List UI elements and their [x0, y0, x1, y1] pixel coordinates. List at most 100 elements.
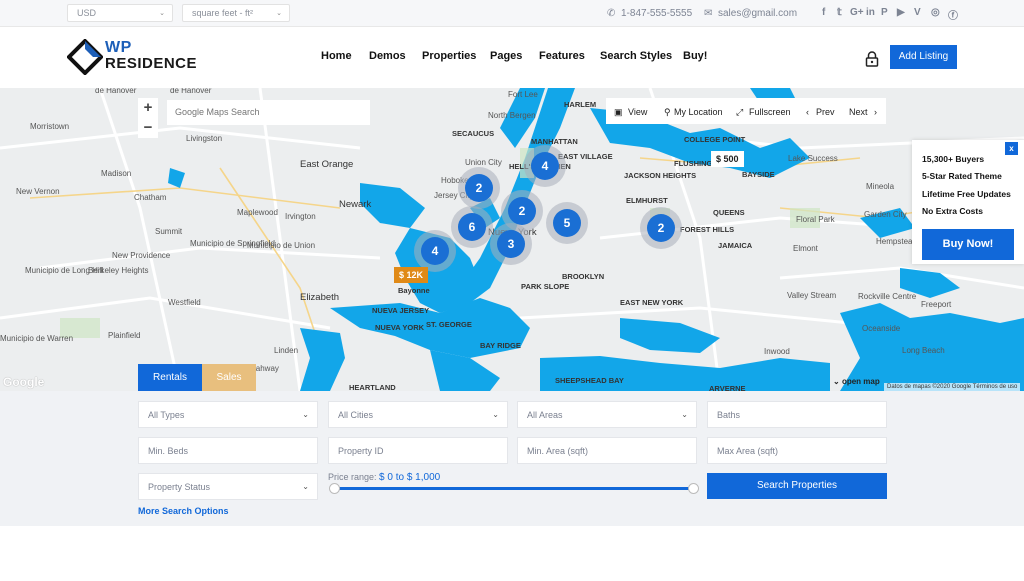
- lock-icon[interactable]: [865, 51, 879, 67]
- tab-rentals[interactable]: Rentals: [138, 364, 202, 392]
- logo-text-residence[interactable]: RESIDENCE: [105, 55, 197, 72]
- price-pin[interactable]: $ 500: [711, 151, 744, 167]
- nav-home[interactable]: Home: [321, 50, 352, 62]
- zoom-in-button[interactable]: +: [138, 98, 158, 118]
- map-label: Rockville Centre: [858, 292, 917, 301]
- add-listing-button[interactable]: Add Listing: [890, 45, 957, 69]
- area-unit-select[interactable]: square feet - ft² ⌄: [182, 4, 290, 22]
- search-properties-button[interactable]: Search Properties: [707, 473, 887, 499]
- nav-pages[interactable]: Pages: [490, 50, 522, 62]
- map-label: North Bergen: [488, 111, 536, 120]
- fullscreen-button[interactable]: Fullscreen: [749, 107, 791, 117]
- price-min-handle[interactable]: [329, 483, 340, 494]
- map-label: BAYSIDE: [742, 170, 775, 179]
- map-search-input[interactable]: [167, 100, 370, 125]
- phone-icon: ✆: [607, 8, 616, 19]
- buy-now-button[interactable]: Buy Now!: [922, 229, 1014, 260]
- select-value: All Areas: [527, 410, 563, 420]
- linkedin-icon[interactable]: in: [866, 7, 875, 18]
- map-label: Madison: [101, 169, 132, 178]
- min-area-input[interactable]: Min. Area (sqft): [517, 437, 697, 464]
- email-address[interactable]: sales@gmail.com: [718, 8, 797, 19]
- top-bar: USD ⌄ square feet - ft² ⌄ ✆ 1-847-555-55…: [0, 0, 1024, 27]
- facebook-icon[interactable]: f: [822, 7, 825, 18]
- prev-button[interactable]: Prev: [816, 107, 835, 117]
- search-panel: All Types ⌄ All Cities ⌄ All Areas ⌄ Baths …: [0, 391, 1024, 526]
- nav-buy[interactable]: Buy!: [683, 50, 707, 62]
- map-label: Lake Success: [788, 154, 838, 163]
- map-label: BAY RIDGE: [480, 341, 521, 350]
- max-area-input[interactable]: Max Area (sqft): [707, 437, 887, 464]
- view-icon[interactable]: ▣: [614, 107, 623, 118]
- pinterest-icon[interactable]: P: [881, 7, 888, 18]
- map-cluster[interactable]: 3: [497, 230, 525, 258]
- close-icon[interactable]: x: [1005, 142, 1018, 155]
- map-label: Hempstead: [876, 237, 917, 246]
- map-label: Chatham: [134, 193, 167, 202]
- more-search-options-link[interactable]: More Search Options: [138, 506, 229, 516]
- my-location-button[interactable]: My Location: [674, 107, 723, 117]
- map-label: Irvington: [285, 212, 316, 221]
- instagram-icon[interactable]: ◎: [931, 7, 940, 18]
- nav-properties[interactable]: Properties: [422, 50, 476, 62]
- type-select[interactable]: All Types ⌄: [138, 401, 318, 428]
- area-select[interactable]: All Areas ⌄: [517, 401, 697, 428]
- price-max-handle[interactable]: [688, 483, 699, 494]
- baths-select[interactable]: Baths: [707, 401, 887, 428]
- map-label: ELMHURST: [626, 196, 668, 205]
- chevron-left-icon[interactable]: ‹: [806, 107, 809, 117]
- view-button[interactable]: View: [628, 107, 647, 117]
- map-cluster[interactable]: 2: [647, 214, 675, 242]
- chevron-right-icon[interactable]: ›: [874, 107, 877, 117]
- tab-sales[interactable]: Sales: [202, 364, 256, 392]
- map-attribution: Datos de mapas ©2020 Google Términos de …: [884, 383, 1021, 391]
- currency-select[interactable]: USD ⌄: [67, 4, 173, 22]
- property-status-select[interactable]: Property Status ⌄: [138, 473, 318, 500]
- property-id-input[interactable]: Property ID: [328, 437, 508, 464]
- youtube-icon[interactable]: ▶: [897, 7, 905, 18]
- twitter-icon[interactable]: 𝕥: [837, 7, 842, 18]
- map-label: FLUSHING: [674, 159, 713, 168]
- nav-features[interactable]: Features: [539, 50, 585, 62]
- map-label: de Hanover: [170, 88, 212, 95]
- map-label: de Hanover: [95, 88, 137, 95]
- map-label: Summit: [155, 227, 183, 236]
- price-range-slider[interactable]: [333, 487, 693, 490]
- google-plus-icon[interactable]: G+: [850, 7, 864, 18]
- map-label: Westfield: [168, 298, 201, 307]
- open-map-toggle[interactable]: ⌄ open map: [833, 377, 880, 386]
- map-label: Morristown: [30, 122, 70, 131]
- map-label: New Vernon: [16, 187, 60, 196]
- input-placeholder: Min. Area (sqft): [527, 446, 589, 456]
- fullscreen-icon[interactable]: ⤢: [736, 107, 743, 118]
- price-pin[interactable]: $ 12K: [394, 267, 429, 283]
- map-label: EAST VILLAGE: [558, 152, 613, 161]
- select-value: Baths: [717, 410, 741, 420]
- logo-icon[interactable]: [67, 39, 103, 75]
- map-cluster[interactable]: 2: [465, 174, 493, 202]
- promo-item: 5-Star Rated Theme: [922, 171, 1002, 181]
- map-cluster[interactable]: 6: [458, 213, 486, 241]
- site-header: WP RESIDENCE Home Demos Properties Pages…: [0, 27, 1024, 88]
- foursquare-icon[interactable]: ⓕ: [948, 7, 958, 22]
- phone-number[interactable]: 1-847-555-5555: [621, 8, 692, 19]
- vimeo-icon[interactable]: V: [914, 7, 921, 18]
- location-pin-icon[interactable]: ⚲: [664, 107, 671, 118]
- chevron-down-icon: ⌄: [302, 482, 309, 491]
- map-cluster[interactable]: 4: [531, 152, 559, 180]
- map-cluster[interactable]: 5: [553, 209, 581, 237]
- map-label: ARVERNE: [709, 384, 746, 391]
- city-select[interactable]: All Cities ⌄: [328, 401, 508, 428]
- nav-demos[interactable]: Demos: [369, 50, 406, 62]
- map-cluster[interactable]: 4: [421, 237, 449, 265]
- area-unit-value: square feet - ft²: [192, 8, 254, 18]
- property-map[interactable]: de Hanover de Hanover Morristown Livingston…: [0, 88, 1024, 391]
- map-controls: ▣ View ⚲ My Location ⤢ Fullscreen ‹ Prev…: [606, 98, 886, 124]
- nav-search-styles[interactable]: Search Styles: [600, 50, 672, 62]
- map-cluster[interactable]: 2: [508, 197, 536, 225]
- promo-item: Lifetime Free Updates: [922, 189, 1011, 199]
- min-beds-input[interactable]: Min. Beds: [138, 437, 318, 464]
- map-label: Municipio de Union: [247, 241, 316, 250]
- zoom-out-button[interactable]: −: [138, 118, 158, 138]
- next-button[interactable]: Next: [849, 107, 868, 117]
